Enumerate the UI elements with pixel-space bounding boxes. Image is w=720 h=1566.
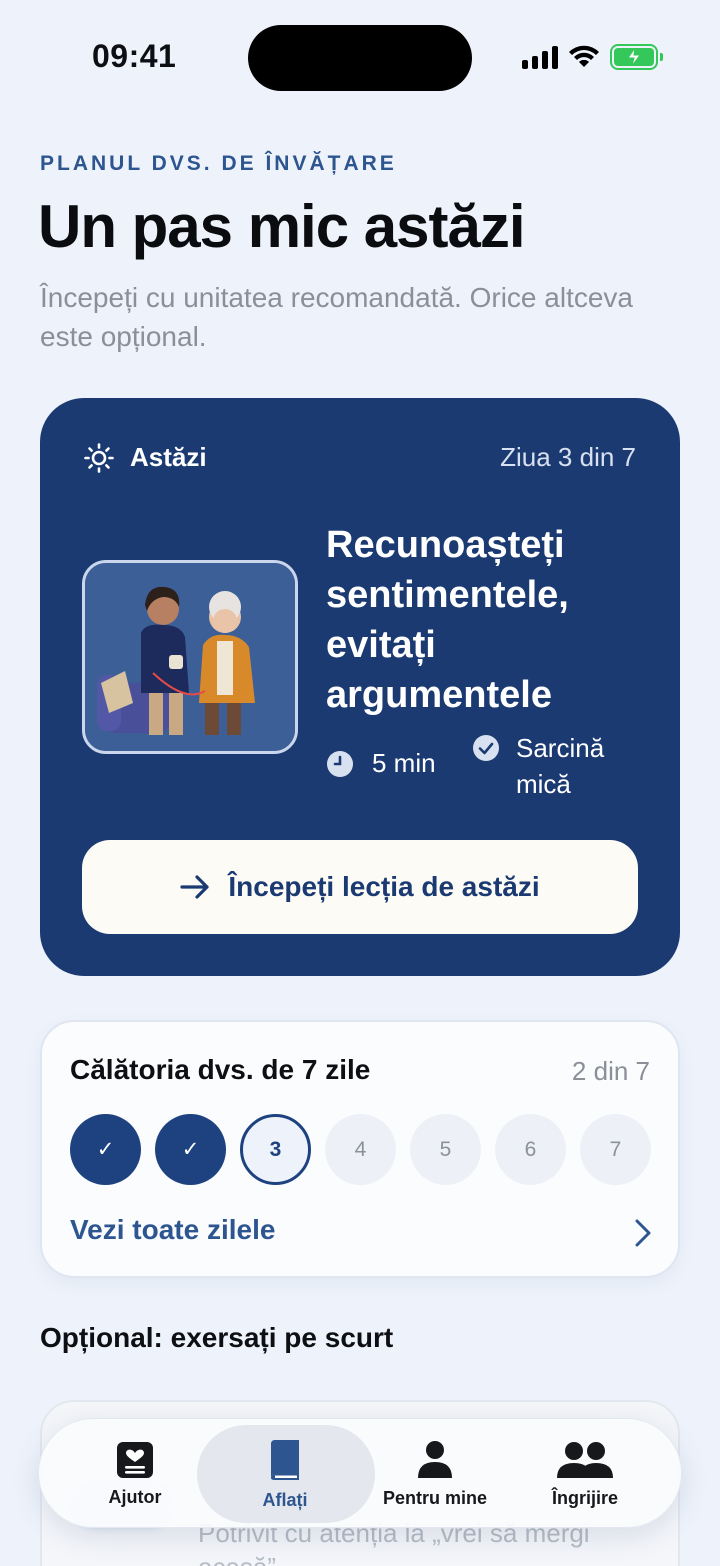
- sun-icon: [84, 442, 114, 473]
- clock-icon: [327, 750, 353, 777]
- dynamic-island: [248, 25, 472, 91]
- heart-card-icon: [117, 1441, 153, 1478]
- optional-section-title: Opțional: exersați pe scurt: [40, 1322, 394, 1353]
- lesson-title: Recunoașteți sentimentele, evitați argum…: [326, 524, 569, 716]
- see-all-days-link[interactable]: Vezi toate zilele: [70, 1214, 275, 1246]
- days-row: ✓ ✓ 3 4 5 6 7: [70, 1114, 651, 1185]
- person-icon: [418, 1440, 452, 1478]
- wifi-icon: [569, 45, 599, 67]
- start-lesson-button[interactable]: Începeți lecția de astăzi: [82, 840, 638, 934]
- day-circle-2[interactable]: ✓: [155, 1114, 226, 1185]
- day-circle-4[interactable]: 4: [325, 1114, 396, 1185]
- page-title: Un pas mic astăzi: [38, 193, 526, 260]
- day-circle-7[interactable]: 7: [580, 1114, 651, 1185]
- day-circle-1[interactable]: ✓: [70, 1114, 141, 1185]
- lesson-task: Sarcină mică: [472, 730, 626, 802]
- tab-pentru-mine-label: Pentru mine: [382, 1487, 488, 1508]
- today-header: Astăzi Ziua 3 din 7: [84, 442, 636, 473]
- status-icons: [522, 44, 663, 70]
- cellular-signal-icon: [522, 45, 558, 69]
- battery-icon: [610, 44, 663, 70]
- duration-label: 5 min: [372, 748, 436, 778]
- day-circle-5[interactable]: 5: [410, 1114, 481, 1185]
- today-label: Astăzi: [130, 442, 207, 472]
- day-circle-6[interactable]: 6: [495, 1114, 566, 1185]
- lesson-illustration: [82, 560, 298, 754]
- tab-ajutor-label: Ajutor: [108, 1486, 162, 1507]
- eyebrow-label: PLANUL DVS. DE ÎNVĂȚARE: [40, 152, 397, 175]
- day-count: Ziua 3 din 7: [500, 442, 636, 472]
- journey-title: Călătoria dvs. de 7 zile: [70, 1054, 371, 1085]
- lesson-duration: 5 min: [326, 748, 436, 779]
- book-icon: [271, 1439, 299, 1480]
- journey-card: Călătoria dvs. de 7 zile 2 din 7 ✓ ✓ 3 4…: [40, 1020, 680, 1278]
- tab-ingrijire-label: Îngrijire: [551, 1487, 618, 1508]
- check-circle-icon: [473, 735, 499, 761]
- page-subtitle: Începeți cu unitatea recomandată. Orice …: [40, 282, 634, 352]
- journey-progress: 2 din 7: [571, 1056, 650, 1086]
- tab-aflati-label: Aflați: [262, 1489, 308, 1510]
- today-label-group: Astăzi: [84, 442, 207, 473]
- today-card: Astăzi Ziua 3 din 7 Recunoașteți sentime…: [40, 398, 680, 976]
- tab-aflati[interactable]: Aflați: [219, 1419, 351, 1529]
- status-time: 09:41: [92, 38, 177, 74]
- day-circle-3[interactable]: 3: [240, 1114, 311, 1185]
- tab-ajutor[interactable]: Ajutor: [69, 1419, 201, 1529]
- task-label: Sarcină mică: [516, 733, 605, 799]
- start-lesson-label: Începeți lecția de astăzi: [228, 871, 540, 902]
- tab-ingrijire[interactable]: Îngrijire: [519, 1419, 651, 1529]
- people-icon: [557, 1441, 613, 1478]
- chevron-right-icon[interactable]: [634, 1218, 652, 1248]
- tab-bar: Ajutor Aflați Pentru mine Îngrijire: [38, 1418, 682, 1528]
- tab-pentru-mine[interactable]: Pentru mine: [369, 1419, 501, 1529]
- arrow-right-icon: [180, 875, 209, 899]
